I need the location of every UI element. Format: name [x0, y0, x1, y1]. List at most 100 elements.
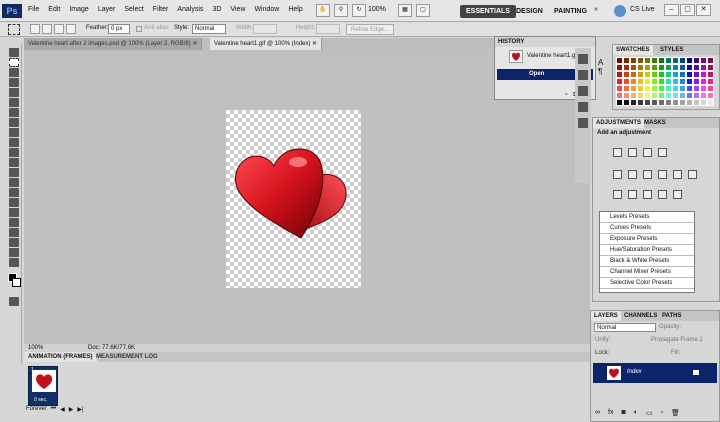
dodge-tool-icon[interactable] — [9, 178, 19, 187]
styles-icon[interactable] — [578, 102, 588, 112]
feather-field[interactable]: 0 px — [108, 24, 130, 34]
preset-levels[interactable]: Levels Presets — [600, 212, 694, 223]
gradient-tool-icon[interactable] — [9, 158, 19, 167]
swatch[interactable] — [665, 57, 672, 64]
swatch[interactable] — [679, 99, 686, 106]
swatch[interactable] — [630, 85, 637, 92]
preset-channel-mixer[interactable]: Channel Mixer Presets — [600, 267, 694, 278]
swatch[interactable] — [630, 71, 637, 78]
zoom-level[interactable]: 100% — [368, 6, 386, 13]
move-tool-icon[interactable] — [9, 48, 19, 57]
hue-saturation-icon[interactable] — [628, 170, 637, 179]
threshold-icon[interactable] — [643, 190, 652, 199]
doc-size[interactable]: Doc: 77.6K/77.6K — [88, 344, 135, 352]
swatch[interactable] — [693, 99, 700, 106]
workspace-painting[interactable]: PAINTING — [548, 5, 593, 18]
swatch[interactable] — [693, 92, 700, 99]
menu-edit[interactable]: Edit — [48, 6, 60, 13]
paragraph-icon[interactable] — [578, 70, 588, 80]
restore-icon[interactable]: ▢ — [680, 4, 695, 16]
screen-mode-icon[interactable]: ▢ — [416, 4, 430, 17]
menu-image[interactable]: Image — [69, 6, 88, 13]
swatch[interactable] — [658, 78, 665, 85]
swatch[interactable] — [644, 57, 651, 64]
swatch[interactable] — [700, 57, 707, 64]
swatch[interactable] — [658, 99, 665, 106]
swatch[interactable] — [665, 64, 672, 71]
tab-animation-frames[interactable]: ANIMATION (FRAMES) — [24, 352, 97, 362]
cs-live-label[interactable]: CS Live — [630, 6, 655, 13]
swatch[interactable] — [651, 64, 658, 71]
tab-adjustments[interactable]: ADJUSTMENTS — [593, 118, 645, 128]
swatch[interactable] — [707, 57, 714, 64]
adjustment-layer-icon[interactable]: ◐ — [634, 409, 638, 417]
tab-valentine-gif[interactable]: Valentine heart1.gif @ 100% (Index) ✕ — [210, 38, 323, 50]
shape-tool-icon[interactable] — [9, 218, 19, 227]
workspace-design[interactable]: DESIGN — [510, 5, 549, 18]
swatch[interactable] — [651, 92, 658, 99]
swatch[interactable] — [707, 85, 714, 92]
swatch[interactable] — [700, 92, 707, 99]
menu-select[interactable]: Select — [124, 6, 143, 13]
swatch[interactable] — [630, 64, 637, 71]
swatch[interactable] — [700, 78, 707, 85]
black-white-icon[interactable] — [658, 170, 667, 179]
first-frame-icon[interactable]: ⏮ — [51, 406, 56, 413]
swatch[interactable] — [672, 78, 679, 85]
swatch[interactable] — [637, 57, 644, 64]
photo-filter-icon[interactable] — [673, 170, 682, 179]
selective-color-icon[interactable] — [673, 190, 682, 199]
frame-delay[interactable]: 0 sec. — [34, 397, 47, 403]
paragraph-panel-icon[interactable]: ¶ — [598, 67, 610, 76]
exposure-icon[interactable] — [658, 148, 667, 157]
curves-icon[interactable] — [643, 148, 652, 157]
swatch[interactable] — [658, 85, 665, 92]
swatch[interactable] — [651, 99, 658, 106]
swatch[interactable] — [644, 99, 651, 106]
swatch[interactable] — [679, 92, 686, 99]
marquee-tool-icon[interactable] — [9, 58, 19, 67]
marquee-tool-icon[interactable] — [8, 24, 20, 35]
posterize-icon[interactable] — [628, 190, 637, 199]
swatch[interactable] — [651, 85, 658, 92]
swatch-grid[interactable] — [616, 57, 716, 107]
blur-tool-icon[interactable] — [9, 168, 19, 177]
history-title[interactable]: HISTORY — [495, 37, 595, 47]
swatch[interactable] — [623, 57, 630, 64]
menu-view[interactable]: View — [230, 6, 245, 13]
swatch[interactable] — [665, 85, 672, 92]
preset-selective-color[interactable]: Selective Color Presets — [600, 278, 694, 289]
swatch[interactable] — [693, 71, 700, 78]
swatch[interactable] — [665, 71, 672, 78]
swatch[interactable] — [644, 85, 651, 92]
swatch[interactable] — [637, 71, 644, 78]
workspace-essentials[interactable]: ESSENTIALS — [460, 5, 516, 18]
swatch[interactable] — [693, 78, 700, 85]
mask-icon[interactable]: ◙ — [621, 409, 625, 417]
menu-window[interactable]: Window — [254, 6, 279, 13]
swatch[interactable] — [658, 92, 665, 99]
swatch[interactable] — [700, 99, 707, 106]
zoom-tool-icon[interactable] — [9, 258, 19, 267]
width-field[interactable] — [253, 24, 277, 34]
tab-paths[interactable]: PATHS — [659, 311, 684, 321]
swatch[interactable] — [693, 57, 700, 64]
link-icon[interactable]: ∞ — [595, 409, 600, 417]
swatch[interactable] — [686, 64, 693, 71]
swatch[interactable] — [686, 57, 693, 64]
preset-black-white[interactable]: Black & White Presets — [600, 256, 694, 267]
healing-brush-icon[interactable] — [9, 108, 19, 117]
pen-tool-icon[interactable] — [9, 188, 19, 197]
adjust-icon[interactable] — [578, 86, 588, 96]
swatch[interactable] — [665, 92, 672, 99]
levels-icon[interactable] — [628, 148, 637, 157]
swatch[interactable] — [616, 64, 623, 71]
swatch[interactable] — [630, 57, 637, 64]
swatch[interactable] — [637, 99, 644, 106]
type-tool-icon[interactable] — [9, 198, 19, 207]
crop-tool-icon[interactable] — [9, 88, 19, 97]
swatch[interactable] — [679, 85, 686, 92]
swatch[interactable] — [637, 85, 644, 92]
tab-channels[interactable]: CHANNELS — [621, 311, 660, 321]
swatch[interactable] — [616, 78, 623, 85]
